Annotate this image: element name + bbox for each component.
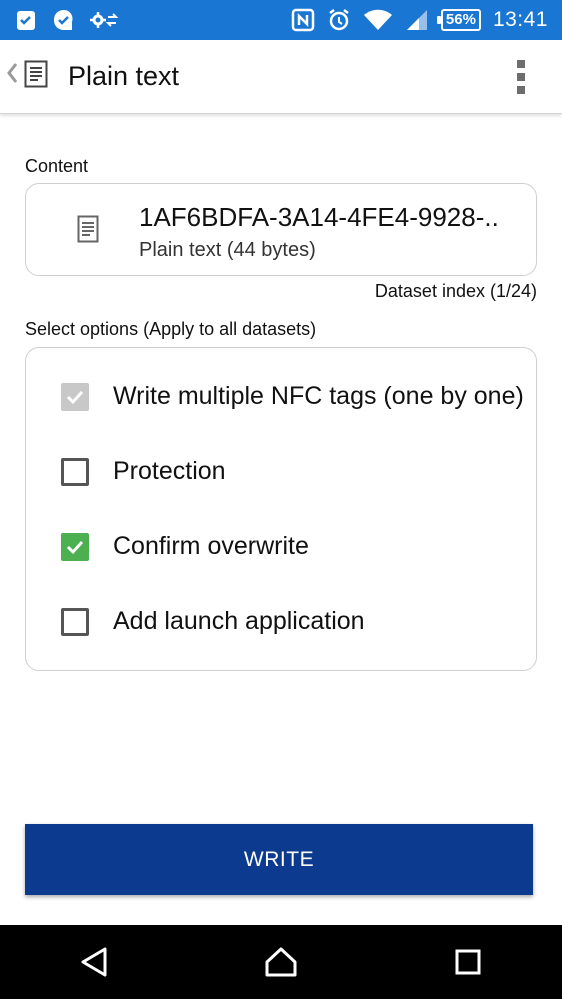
back-icon[interactable]	[54, 932, 134, 992]
option-add-launch-application[interactable]: Add launch application	[61, 607, 365, 636]
document-icon[interactable]	[24, 60, 50, 93]
navigation-bar	[0, 925, 562, 999]
dataset-index: Dataset index (1/24)	[374, 281, 537, 301]
option-label: Confirm overwrite	[113, 532, 309, 560]
option-protection[interactable]: Protection	[61, 457, 226, 486]
document-icon	[77, 215, 99, 248]
checkbox-checked[interactable]	[61, 532, 89, 561]
back-chevron-icon[interactable]	[0, 61, 22, 92]
home-icon[interactable]	[241, 932, 321, 992]
checkbox-unchecked[interactable]	[61, 457, 89, 486]
options-card: Write multiple NFC tags (one by one) Pro…	[25, 347, 537, 671]
option-write-multiple[interactable]: Write multiple NFC tags (one by one)	[61, 382, 524, 411]
checkbox-unchecked[interactable]	[61, 607, 89, 636]
overflow-menu-icon[interactable]	[498, 47, 544, 107]
clipboard-check-icon	[14, 8, 38, 32]
content-label: Content	[25, 156, 89, 176]
options-label: Select options (Apply to all datasets)	[25, 319, 317, 339]
page-title: Plain text	[68, 61, 180, 91]
app-toolbar: Plain text	[0, 40, 562, 114]
option-label: Write multiple NFC tags (one by one)	[113, 382, 524, 410]
battery-indicator: 56%	[436, 9, 481, 31]
option-label: Add launch application	[113, 607, 365, 635]
cell-signal-icon	[405, 8, 429, 32]
content-card[interactable]: 1AF6BDFA-3A14-4FE4-9928-.. Plain text (4…	[25, 183, 537, 276]
content-subtitle: Plain text (44 bytes)	[139, 239, 316, 261]
recents-icon[interactable]	[428, 932, 508, 992]
nfc-icon	[291, 8, 315, 32]
alarm-icon	[327, 8, 351, 32]
status-bar: 56% 13:41	[0, 0, 562, 40]
clock: 13:41	[492, 8, 548, 31]
check-bubble-icon	[52, 8, 76, 32]
write-button[interactable]: WRITE	[25, 824, 533, 895]
settings-sync-icon	[90, 9, 118, 31]
checkbox-disabled-checked[interactable]	[61, 382, 89, 411]
content-title: 1AF6BDFA-3A14-4FE4-9928-..	[139, 202, 499, 232]
wifi-icon	[363, 8, 393, 32]
option-confirm-overwrite[interactable]: Confirm overwrite	[61, 532, 309, 561]
option-label: Protection	[113, 457, 226, 485]
